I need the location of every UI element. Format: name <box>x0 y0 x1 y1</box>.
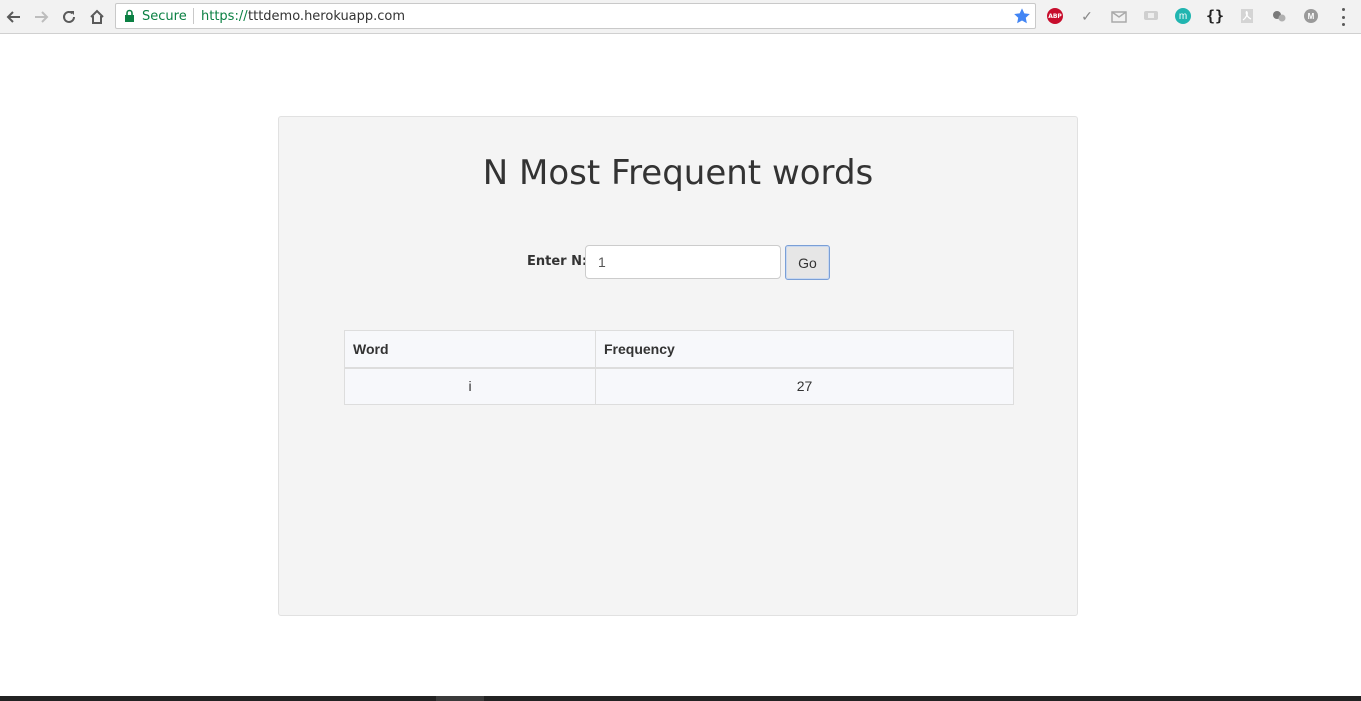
table-row: i 27 <box>344 367 1014 405</box>
profile-extension-icon[interactable]: M <box>1302 7 1320 25</box>
taskbar-edge <box>0 696 1361 701</box>
n-input-label: Enter N: <box>527 254 588 269</box>
address-bar[interactable]: Secure https:// tttdemo.herokuapp.com <box>115 3 1036 29</box>
url-host: tttdemo.herokuapp.com <box>248 9 406 24</box>
table-header-row: Word Frequency <box>344 330 1014 369</box>
lock-icon <box>125 9 134 22</box>
security-label: Secure <box>142 9 187 24</box>
adblock-plus-icon[interactable]: ABP <box>1046 7 1064 25</box>
abp-badge: ABP <box>1047 8 1063 24</box>
content-panel: N Most Frequent words Enter N: Go Word F… <box>278 116 1078 616</box>
page-title: N Most Frequent words <box>482 153 874 193</box>
back-arrow-icon <box>6 11 20 23</box>
browser-toolbar: Secure https:// tttdemo.herokuapp.com AB… <box>0 0 1361 34</box>
pdf-extension-icon[interactable] <box>1238 7 1256 25</box>
word-cell: i <box>344 367 596 405</box>
reload-button[interactable] <box>57 5 81 29</box>
column-header-frequency: Frequency <box>595 330 1014 369</box>
frequency-cell: 27 <box>595 367 1014 405</box>
url-scheme: https:// <box>201 9 248 24</box>
bookmark-star-icon[interactable] <box>1013 7 1031 25</box>
back-button[interactable] <box>2 5 26 29</box>
n-input[interactable] <box>585 245 781 279</box>
forward-arrow-icon <box>35 11 49 23</box>
home-icon <box>90 9 104 24</box>
browser-menu-icon[interactable] <box>1336 8 1350 26</box>
checkmark-extension-icon[interactable]: ✓ <box>1078 7 1096 25</box>
mail-extension-icon[interactable] <box>1110 7 1128 25</box>
json-viewer-icon[interactable]: {} <box>1206 7 1224 25</box>
column-header-word: Word <box>344 330 596 369</box>
frequency-table: Word Frequency i 27 <box>344 330 1014 405</box>
go-button[interactable]: Go <box>785 245 830 280</box>
m-extension-icon[interactable]: m <box>1174 7 1192 25</box>
reload-icon <box>63 10 75 23</box>
forward-button[interactable] <box>29 5 53 29</box>
puzzle-extension-icon[interactable] <box>1270 7 1288 25</box>
home-button[interactable] <box>85 5 109 29</box>
address-divider <box>193 8 194 24</box>
chat-extension-icon[interactable] <box>1142 7 1160 25</box>
